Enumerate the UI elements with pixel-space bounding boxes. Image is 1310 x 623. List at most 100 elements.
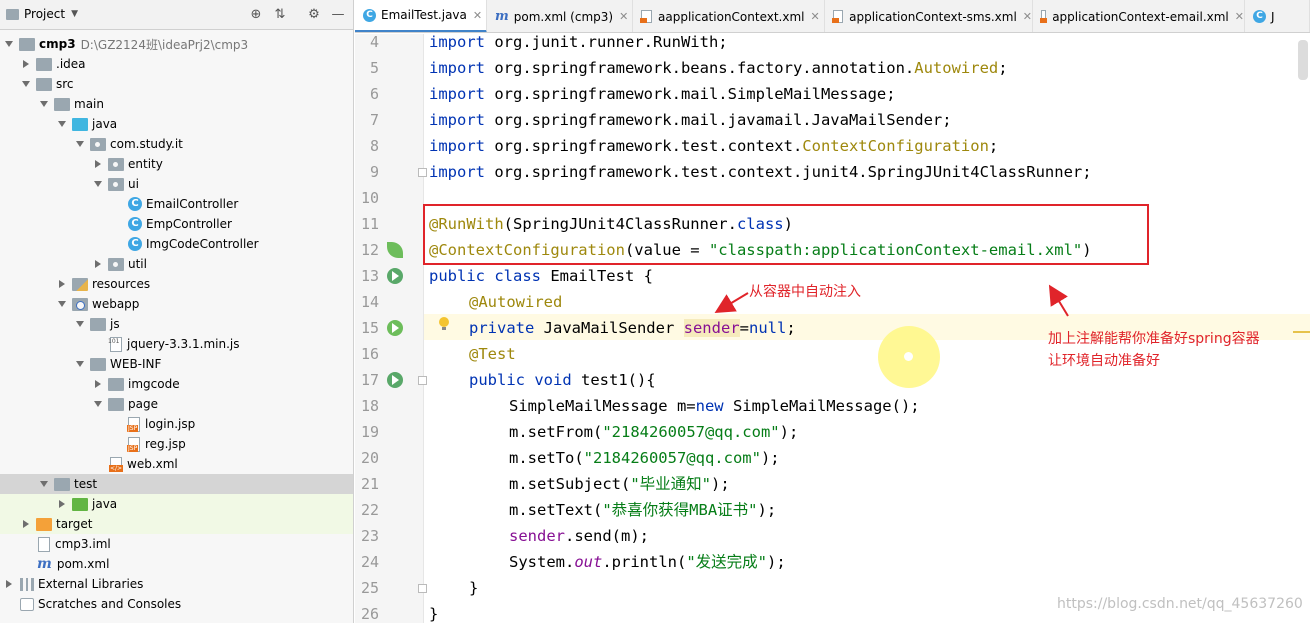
tree-item-external-libraries[interactable]: External Libraries [0, 574, 353, 594]
code-token: ; [988, 137, 999, 155]
tree-item-scratches[interactable]: Scratches and Consoles [0, 594, 353, 614]
tree-item-cmp3-iml[interactable]: cmp3.iml [0, 534, 353, 554]
tree-item-page[interactable]: page [0, 394, 353, 414]
tree-item-util[interactable]: util [0, 254, 353, 274]
package-icon [108, 257, 124, 271]
tab-applicationcontext-email-xml[interactable]: applicationContext-email.xml ✕ [1033, 0, 1245, 32]
tab-label: pom.xml (cmp3) [513, 9, 614, 24]
code-token: = [739, 319, 749, 337]
run-test-method-icon[interactable] [387, 372, 403, 388]
line-number: 25 [360, 579, 379, 597]
close-icon[interactable]: ✕ [1235, 10, 1244, 23]
autowired-bean-icon[interactable] [387, 320, 403, 336]
hide-icon[interactable]: — [330, 7, 346, 23]
fold-marker-icon[interactable] [418, 584, 427, 593]
expand-arrow-icon[interactable] [57, 279, 67, 289]
tree-item-resources[interactable]: resources [0, 274, 353, 294]
tab-emailtest-java[interactable]: C EmailTest.java ✕ [355, 0, 487, 32]
expand-arrow-icon[interactable] [75, 139, 85, 149]
folder-icon [19, 37, 35, 51]
tree-item-imgcodecontroller[interactable]: C ImgCodeController [0, 234, 353, 254]
xml-file-icon [109, 456, 124, 472]
intention-bulb-icon[interactable] [439, 317, 449, 330]
code-line-9: import org.springframework.test.context.… [429, 159, 1092, 185]
close-icon[interactable]: ✕ [811, 10, 820, 23]
tree-item-ui[interactable]: ui [0, 174, 353, 194]
java-class-icon: C [363, 8, 376, 22]
close-icon[interactable]: ✕ [619, 10, 628, 23]
expand-arrow-icon[interactable] [39, 99, 49, 109]
project-view-dropdown[interactable]: Project ▼ [6, 7, 78, 21]
tree-item-reg-jsp[interactable]: reg.jsp [0, 434, 353, 454]
inject-note: 从容器中自动注入 [749, 284, 861, 300]
tree-item-com-study-it[interactable]: com.study.it [0, 134, 353, 154]
java-class-icon: C [128, 237, 142, 251]
tree-item-src[interactable]: src [0, 74, 353, 94]
run-test-class-icon[interactable] [387, 268, 403, 284]
expand-arrow-icon[interactable] [93, 179, 103, 189]
fold-marker-icon[interactable] [418, 376, 427, 385]
tree-item-target[interactable]: target [0, 514, 353, 534]
line-number: 16 [360, 345, 379, 363]
tree-item-label: page [128, 397, 158, 411]
fold-marker-icon[interactable] [418, 168, 427, 177]
tree-item-webapp[interactable]: webapp [0, 294, 353, 314]
warning-stripe-marker[interactable] [1293, 331, 1310, 333]
tree-item-path: D:\GZ2124班\ideaPrj2\cmp3 [80, 37, 249, 52]
expand-arrow-icon[interactable] [93, 259, 103, 269]
tree-item-imgcode[interactable]: imgcode [0, 374, 353, 394]
expand-arrow-icon[interactable] [4, 39, 14, 49]
code-line-16: @Test [469, 341, 516, 367]
expand-arrow-icon[interactable] [93, 159, 103, 169]
tree-item-pom-xml[interactable]: m pom.xml [0, 554, 353, 574]
expand-arrow-icon[interactable] [21, 59, 31, 69]
expand-arrow-icon[interactable] [39, 479, 49, 489]
tree-item-test-java[interactable]: java [0, 494, 353, 514]
close-icon[interactable]: ✕ [1023, 10, 1032, 23]
expand-arrow-icon[interactable] [21, 79, 31, 89]
expand-arrow-icon[interactable] [21, 519, 31, 529]
tree-item-idea[interactable]: .idea [0, 54, 353, 74]
code-token: out [574, 553, 603, 571]
library-icon [20, 577, 34, 591]
locate-icon[interactable]: ⊕ [248, 7, 264, 23]
tree-item-cmp3[interactable]: cmp3 D:\GZ2124班\ideaPrj2\cmp3 [0, 34, 353, 54]
expand-arrow-icon[interactable] [57, 299, 67, 309]
expand-arrow-icon[interactable] [4, 579, 14, 589]
gear-icon[interactable]: ⚙ [306, 7, 322, 23]
tree-item-web-xml[interactable]: web.xml [0, 454, 353, 474]
close-icon[interactable]: ✕ [473, 9, 482, 22]
expand-arrow-icon[interactable] [75, 319, 85, 329]
expand-arrow-icon[interactable] [75, 359, 85, 369]
collapse-all-icon[interactable]: ⇅ [272, 7, 288, 23]
spring-bean-icon[interactable] [387, 242, 403, 258]
tree-item-emailcontroller[interactable]: C EmailController [0, 194, 353, 214]
editor-scrollbar[interactable] [1298, 40, 1308, 80]
expand-arrow-icon[interactable] [93, 379, 103, 389]
scratch-icon [20, 597, 34, 611]
tree-item-empcontroller[interactable]: C EmpController [0, 214, 353, 234]
expand-arrow-icon[interactable] [57, 119, 67, 129]
tree-item-java[interactable]: java [0, 114, 353, 134]
expand-arrow-icon[interactable] [57, 499, 67, 509]
tree-item-js[interactable]: js [0, 314, 353, 334]
tab-aapplicationcontext-xml[interactable]: aapplicationContext.xml ✕ [633, 0, 825, 32]
code-token: ); [767, 553, 786, 571]
expand-arrow-icon[interactable] [93, 399, 103, 409]
folder-icon [108, 377, 124, 391]
tree-item-login-jsp[interactable]: login.jsp [0, 414, 353, 434]
tree-item-label: Scratches and Consoles [38, 597, 182, 611]
tree-item-test[interactable]: test [0, 474, 353, 494]
tree-item-entity[interactable]: entity [0, 154, 353, 174]
tab-pom-xml[interactable]: m pom.xml (cmp3) ✕ [487, 0, 633, 32]
chevron-down-icon: ▼ [71, 9, 78, 19]
tree-item-jquery[interactable]: jquery-3.3.1.min.js [0, 334, 353, 354]
code-token: ); [779, 423, 799, 441]
tree-item-main[interactable]: main [0, 94, 353, 114]
tree-item-web-inf[interactable]: WEB-INF [0, 354, 353, 374]
code-token: "发送完成" [686, 553, 767, 571]
tab-label: EmailTest.java [381, 8, 467, 22]
tab-overflow-java[interactable]: C J [1245, 0, 1310, 32]
tree-item-label: pom.xml [56, 557, 110, 571]
tab-applicationcontext-sms-xml[interactable]: applicationContext-sms.xml ✕ [825, 0, 1033, 32]
